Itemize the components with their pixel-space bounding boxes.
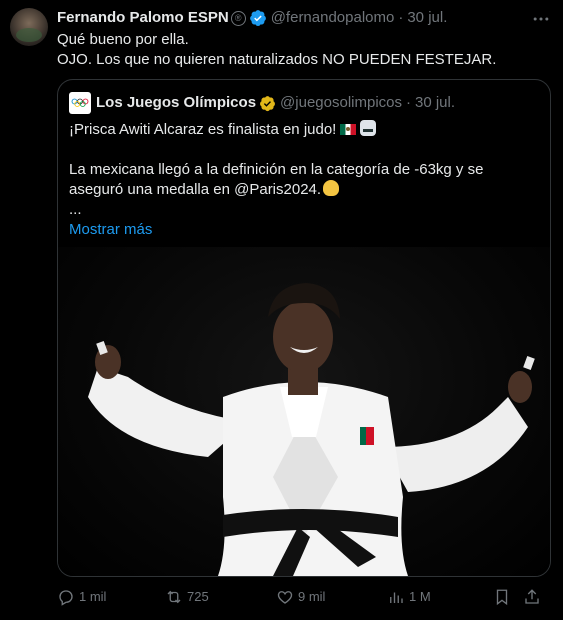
quoted-line-2: La mexicana llegó a la definición en la … (69, 160, 538, 200)
author-name[interactable]: Fernando Palomo ESPN (57, 8, 229, 28)
quoted-line-1-text: ¡Prisca Awiti Alcaraz es finalista en ju… (69, 121, 337, 138)
tweet-header: Fernando Palomo ESPN ® @fernandopalomo ·… (57, 8, 553, 28)
registered-mark: ® (230, 10, 246, 26)
dot-separator: · (398, 9, 404, 26)
views-icon (390, 592, 403, 603)
quoted-tweet-date[interactable]: 30 jul. (415, 93, 455, 113)
quoted-line-2-text: La mexicana llegó a la definición en la … (69, 161, 484, 198)
heart-icon (277, 591, 293, 604)
martial-arts-uniform-icon (360, 120, 377, 136)
more-icon[interactable] (531, 9, 551, 29)
reply-icon (59, 590, 73, 606)
quoted-tweet-text: ¡Prisca Awiti Alcaraz es finalista en ju… (69, 120, 538, 240)
share-icon (525, 589, 539, 604)
author-handle[interactable]: @fernandopalomo (271, 8, 395, 28)
tweet-date[interactable]: 30 jul. (407, 8, 447, 28)
gold-verified-badge-icon (260, 95, 275, 111)
clapping-hands-icon (323, 180, 340, 196)
tweet-actions: 1 mil 725 9 mil 1 M (57, 587, 553, 607)
views-button[interactable]: 1 M (387, 587, 493, 607)
ellipsis: ... (69, 201, 82, 218)
quoted-tweet-header: Los Juegos Olímpicos @juegosolimpicos · … (69, 92, 540, 114)
repost-button[interactable]: 725 (165, 587, 276, 607)
quoted-author-name[interactable]: Los Juegos Olímpicos (96, 93, 256, 113)
tweet-text: Qué bueno por ella. OJO. Los que no quie… (57, 31, 497, 68)
show-more-link[interactable]: Mostrar más (69, 220, 538, 240)
reply-button[interactable]: 1 mil (57, 587, 165, 607)
quoted-author-handle[interactable]: @juegosolimpicos (280, 93, 402, 113)
views-count: 1 M (409, 589, 431, 604)
like-count: 9 mil (298, 589, 326, 604)
quoted-tweet[interactable]: Los Juegos Olímpicos @juegosolimpicos · … (57, 79, 551, 577)
share-button[interactable] (523, 588, 547, 606)
mexico-flag-icon (340, 124, 357, 135)
quoted-tweet-photo[interactable] (58, 247, 550, 576)
bookmark-button[interactable] (493, 588, 523, 606)
repost-icon (167, 590, 181, 604)
verified-badge-icon (249, 10, 266, 27)
dot-separator: · (406, 94, 411, 111)
like-button[interactable]: 9 mil (276, 587, 387, 607)
judoka-photo (88, 283, 535, 576)
olympic-rings-avatar[interactable] (69, 92, 91, 114)
reply-count: 1 mil (79, 589, 107, 604)
repost-count: 725 (187, 589, 209, 604)
quoted-line-1: ¡Prisca Awiti Alcaraz es finalista en ju… (69, 120, 538, 140)
bookmark-icon (496, 589, 508, 606)
author-avatar[interactable] (10, 8, 48, 46)
olympic-rings-icon (71, 98, 89, 107)
